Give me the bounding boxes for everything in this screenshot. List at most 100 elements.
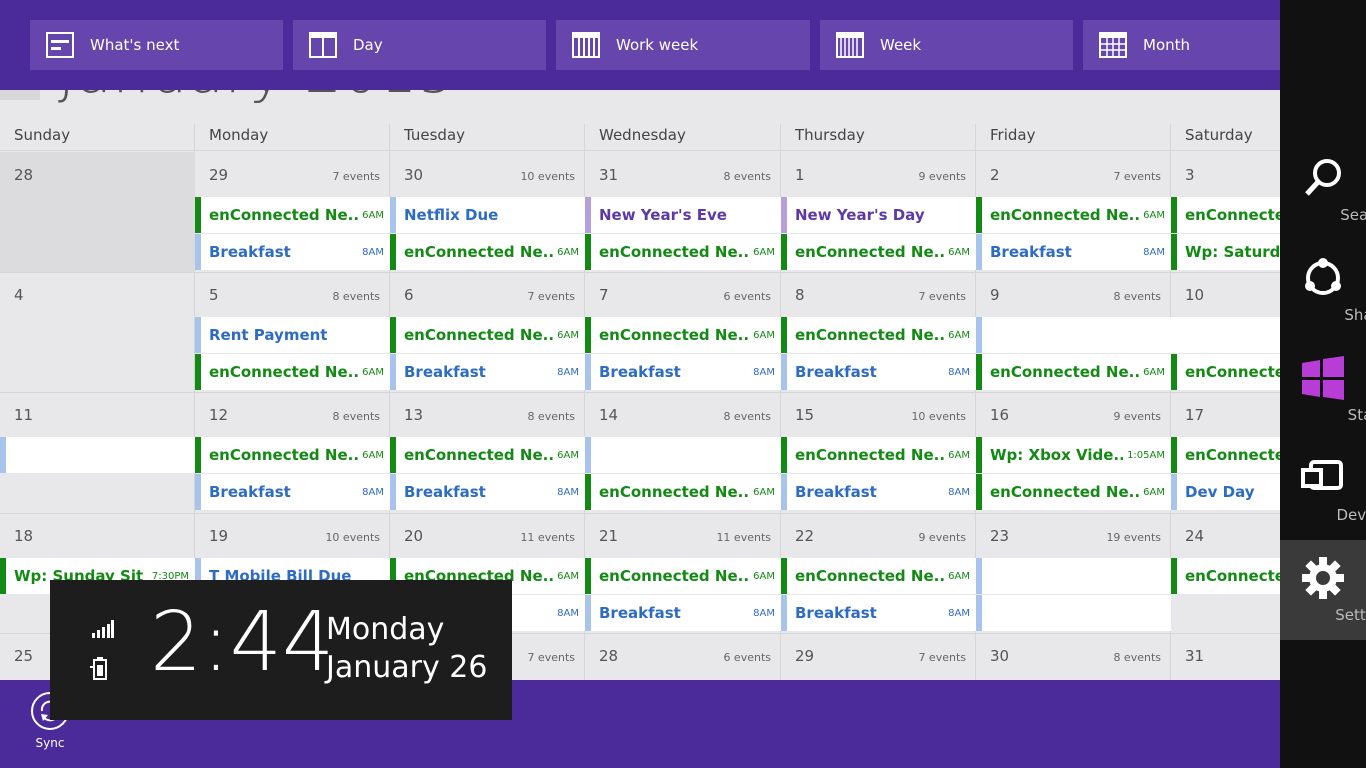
calendar-event[interactable]: enConnected Ne... 6AM	[585, 317, 781, 353]
day-cell[interactable]: 2 7 events enConnected Ne... 6AM Breakfast 8A…	[976, 152, 1171, 272]
day-cell[interactable]: 13 8 events enConnected Ne... 6AM Breakfast 8…	[390, 392, 585, 513]
week-view-label: Week	[880, 36, 922, 54]
calendar-event[interactable]	[0, 437, 195, 473]
work-week-button[interactable]: Work week	[556, 20, 810, 70]
day-cell[interactable]: 1 9 events New Year's Day enConnected Ne...…	[781, 152, 976, 272]
calendar-event[interactable]: enConnected Ne... 6AM	[585, 558, 781, 594]
share-icon	[1305, 258, 1341, 295]
date-number: 5	[209, 286, 219, 304]
calendar-event[interactable]: Breakfast 8AM	[390, 354, 585, 390]
calendar-event[interactable]: Breakfast 8AM	[195, 474, 390, 510]
date-number: 28	[599, 647, 619, 665]
event-title: Breakfast	[795, 604, 877, 622]
event-title: enConnected Ne...	[599, 483, 750, 501]
week-view-button[interactable]: Week	[820, 20, 1073, 70]
calendar-event[interactable]: Breakfast 8AM	[976, 234, 1171, 270]
day-cell[interactable]: 29 7 events enConnected Ne... 6AM Breakfast 8…	[195, 152, 390, 272]
calendar-event[interactable]: enConnected Ne... 6AM	[195, 197, 390, 233]
day-cell[interactable]: 4	[0, 272, 195, 392]
calendar-event[interactable]: Breakfast 8AM	[195, 234, 390, 270]
charm-share[interactable]: Share	[1280, 240, 1366, 340]
event-time: 6AM	[362, 449, 384, 461]
calendar-event[interactable]: enConnected Ne... 6AM	[976, 474, 1171, 510]
charm-start[interactable]: Start	[1280, 340, 1366, 440]
day-cell[interactable]: 9 8 events enConnected Ne... 6AM	[976, 272, 1171, 392]
calendar-event[interactable]: enConnected Ne... 6AM	[585, 234, 781, 270]
event-count: 7 events	[332, 170, 380, 183]
date-number: 29	[795, 647, 815, 665]
event-title: enConnected Ne...	[404, 446, 554, 464]
calendar-event[interactable]	[976, 595, 1171, 631]
day-cell[interactable]: 5 8 events Rent Payment enConnected Ne... 6A…	[195, 272, 390, 392]
charm-search[interactable]: Search	[1280, 140, 1366, 240]
calendar-event[interactable]: enConnected Ne... 6AM	[781, 437, 976, 473]
calendar-event[interactable]: enConnected Ne... 6AM	[781, 558, 976, 594]
day-cell[interactable]: 24 enConnected	[1171, 513, 1280, 633]
day-cell[interactable]: 22 9 events enConnected Ne... 6AM Breakfast 8…	[781, 513, 976, 633]
date-number: 15	[795, 406, 815, 424]
day-cell[interactable]: 29 7 events	[781, 633, 976, 680]
day-cell[interactable]: 16 9 events Wp: Xbox Vide... 1:05AM enConnec…	[976, 392, 1171, 513]
calendar-event[interactable]: Breakfast 8AM	[781, 474, 976, 510]
day-cell[interactable]: 31 8 events New Year's Eve enConnected Ne..…	[585, 152, 781, 272]
calendar-event[interactable]: Breakfast 8AM	[585, 595, 781, 631]
day-cell[interactable]: 12 8 events enConnected Ne... 6AM Breakfast 8…	[195, 392, 390, 513]
day-cell[interactable]: 8 7 events enConnected Ne... 6AM Breakfast 8A…	[781, 272, 976, 392]
calendar-event[interactable]: enConnected Ne... 6AM	[976, 354, 1171, 390]
calendar-event[interactable]	[585, 437, 781, 473]
calendar-event[interactable]: Netflix Due	[390, 197, 585, 233]
calendar-event[interactable]: Breakfast 8AM	[781, 595, 976, 631]
calendar-event[interactable]: Breakfast 8AM	[585, 354, 781, 390]
calendar-event[interactable]: enConnected	[1171, 558, 1280, 594]
day-view-button[interactable]: Day	[293, 20, 546, 70]
day-cell[interactable]: 10 enConnected	[1171, 272, 1280, 392]
charm-settings[interactable]: Settings	[1280, 540, 1366, 640]
calendar-event[interactable]: enConnected Ne... 6AM	[781, 234, 976, 270]
calendar-event[interactable]	[976, 558, 1171, 594]
calendar-event[interactable]: Wp: Xbox Vide... 1:05AM	[976, 437, 1171, 473]
event-title: enConnected Ne...	[599, 243, 750, 261]
day-cell[interactable]: 23 19 events	[976, 513, 1171, 633]
day-cell[interactable]: 30 10 events Netflix Due enConnected Ne... 6…	[390, 152, 585, 272]
day-cell[interactable]: 28 6 events	[585, 633, 781, 680]
day-cell[interactable]: 31	[1171, 633, 1280, 680]
grid-line	[0, 150, 1280, 151]
calendar-event[interactable]: enConnected Ne... 6AM	[195, 437, 390, 473]
day-cell[interactable]: 7 6 events enConnected Ne... 6AM Breakfast 8A…	[585, 272, 781, 392]
day-cell[interactable]: 21 11 events enConnected Ne... 6AM Breakfast…	[585, 513, 781, 633]
calendar-event[interactable]: enConnected	[1171, 197, 1280, 233]
calendar-event[interactable]: enConnected Ne... 6AM	[585, 474, 781, 510]
calendar-event[interactable]: Wp: Saturday	[1171, 234, 1280, 270]
month-view-button[interactable]: Month	[1083, 20, 1280, 70]
day-cell[interactable]: 6 7 events enConnected Ne... 6AM Breakfast 8A…	[390, 272, 585, 392]
day-cell[interactable]: 28	[0, 152, 195, 272]
calendar-event[interactable]: enConnected	[1171, 354, 1280, 390]
calendar-event[interactable]: enConnected Ne... 6AM	[390, 437, 585, 473]
calendar-event[interactable]	[1171, 317, 1280, 353]
calendar-event[interactable]: enConnected Ne... 6AM	[390, 234, 585, 270]
day-cell[interactable]: 17 enConnected Dev Day	[1171, 392, 1280, 513]
calendar-event[interactable]: enConnected Ne... 6AM	[976, 197, 1171, 233]
day-cell[interactable]: 11	[0, 392, 195, 513]
calendar-event[interactable]	[976, 317, 1171, 353]
calendar-event[interactable]: Dev Day	[1171, 474, 1280, 510]
day-cell[interactable]: 3 enConnected Wp: Saturday	[1171, 152, 1280, 272]
calendar-event[interactable]: enConnected Ne... 6AM	[390, 317, 585, 353]
calendar-event[interactable]: New Year's Day	[781, 197, 976, 233]
date-number: 22	[795, 527, 815, 545]
calendar-event[interactable]: New Year's Eve	[585, 197, 781, 233]
charm-devices[interactable]: Devices	[1280, 440, 1366, 540]
calendar-event[interactable]: enConnected	[1171, 437, 1280, 473]
calendar-event[interactable]: enConnected Ne... 6AM	[195, 354, 390, 390]
calendar-event[interactable]: Breakfast 8AM	[781, 354, 976, 390]
calendar-event[interactable]: enConnected Ne... 6AM	[781, 317, 976, 353]
calendar-event[interactable]: Breakfast 8AM	[390, 474, 585, 510]
date-number: 28	[14, 166, 34, 184]
calendar-event[interactable]: Rent Payment	[195, 317, 390, 353]
day-cell[interactable]: 14 8 events enConnected Ne... 6AM	[585, 392, 781, 513]
date-number: 16	[990, 406, 1010, 424]
battery-charging-icon	[90, 657, 107, 680]
day-cell[interactable]: 15 10 events enConnected Ne... 6AM Breakfast…	[781, 392, 976, 513]
whats-next-button[interactable]: What's next	[30, 20, 283, 70]
day-cell[interactable]: 30 8 events	[976, 633, 1171, 680]
